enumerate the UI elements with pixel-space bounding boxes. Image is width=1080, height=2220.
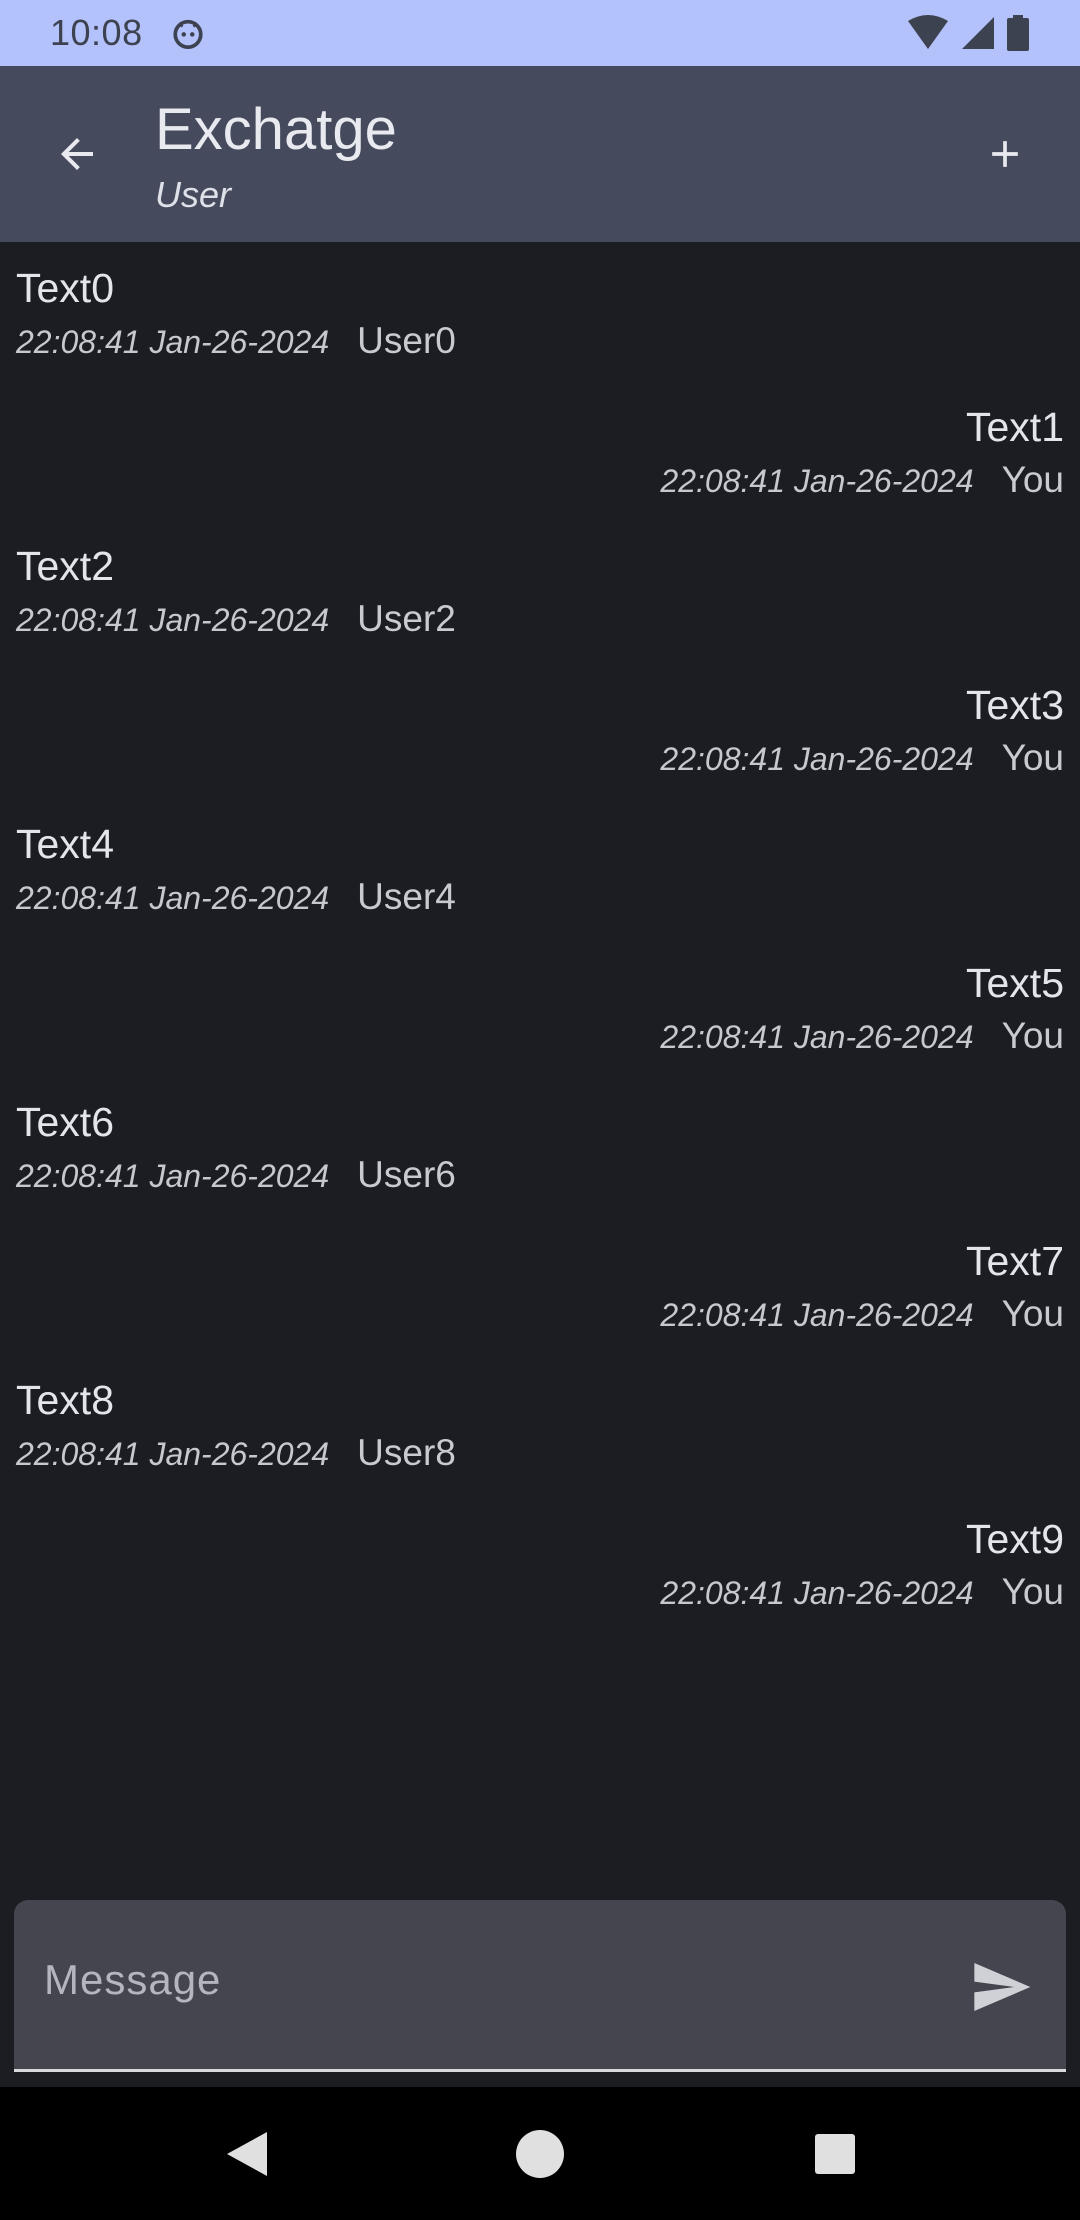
message-text: Text6	[16, 1099, 114, 1145]
cell-signal-icon	[962, 17, 994, 49]
page-subtitle: User	[155, 174, 232, 215]
message-time: 22:08:41 Jan-26-2024	[660, 1575, 974, 1611]
message-time: 22:08:41 Jan-26-2024	[16, 880, 330, 916]
message-author: User0	[357, 320, 456, 361]
nav-home-button[interactable]	[480, 2087, 600, 2220]
message-text: Text3	[966, 682, 1064, 728]
message-time: 22:08:41 Jan-26-2024	[16, 602, 330, 638]
message-time: 22:08:41 Jan-26-2024	[16, 324, 330, 360]
message-item: Text8 22:08:41 Jan-26-2024 User8	[0, 1354, 1080, 1493]
wifi-icon	[908, 15, 948, 49]
message-item: Text2 22:08:41 Jan-26-2024 User2	[0, 520, 1080, 659]
message-composer	[14, 1900, 1066, 2072]
battery-icon	[1007, 15, 1029, 51]
message-text: Text4	[16, 821, 114, 867]
message-time: 22:08:41 Jan-26-2024	[660, 1019, 974, 1055]
message-author: User4	[357, 876, 456, 917]
nav-recents-button[interactable]	[775, 2087, 895, 2220]
message-author: You	[1001, 737, 1064, 778]
send-button[interactable]	[966, 1952, 1036, 2022]
nav-back-icon	[227, 2131, 267, 2176]
system-nav-bar	[0, 2087, 1080, 2220]
message-item-mine: Text9 22:08:41 Jan-26-2024 You	[0, 1493, 1080, 1632]
message-time: 22:08:41 Jan-26-2024	[660, 463, 974, 499]
message-text: Text2	[16, 543, 114, 589]
message-text: Text0	[16, 265, 114, 311]
plus-icon	[992, 141, 1018, 167]
message-text: Text5	[966, 960, 1064, 1006]
arrow-back-icon	[61, 138, 93, 170]
nav-recents-icon	[815, 2133, 855, 2174]
message-author: You	[1001, 1293, 1064, 1334]
message-time: 22:08:41 Jan-26-2024	[16, 1158, 330, 1194]
app-bar: Exchatge User	[0, 66, 1080, 242]
message-author: You	[1001, 459, 1064, 500]
nav-home-icon	[516, 2129, 564, 2178]
message-text: Text1	[966, 404, 1064, 450]
nav-back-button[interactable]	[187, 2087, 307, 2220]
message-author: User2	[357, 598, 456, 639]
chat-screen: 10:08 Exchatge User Text0 22:08:41 Jan-2…	[0, 0, 1080, 2220]
status-bar: 10:08	[0, 0, 1080, 66]
send-icon	[974, 1963, 1031, 2011]
message-text: Text9	[966, 1516, 1064, 1562]
message-author: User6	[357, 1154, 456, 1195]
message-item-mine: Text7 22:08:41 Jan-26-2024 You	[0, 1215, 1080, 1354]
status-time: 10:08	[50, 12, 143, 53]
message-time: 22:08:41 Jan-26-2024	[660, 1297, 974, 1333]
message-item-mine: Text5 22:08:41 Jan-26-2024 You	[0, 937, 1080, 1076]
message-text: Text7	[966, 1238, 1064, 1284]
back-button[interactable]	[44, 121, 110, 187]
add-button[interactable]	[972, 121, 1038, 187]
message-item: Text6 22:08:41 Jan-26-2024 User6	[0, 1076, 1080, 1215]
message-item: Text4 22:08:41 Jan-26-2024 User4	[0, 798, 1080, 937]
message-author: User8	[357, 1432, 456, 1473]
status-icons	[906, 15, 1030, 51]
message-time: 22:08:41 Jan-26-2024	[16, 1436, 330, 1472]
android-face-icon	[173, 19, 203, 50]
message-item: Text0 22:08:41 Jan-26-2024 User0	[0, 242, 1080, 381]
message-input[interactable]	[44, 1940, 904, 2020]
message-list[interactable]: Text0 22:08:41 Jan-26-2024 User0 Text1 22…	[0, 242, 1080, 1632]
message-time: 22:08:41 Jan-26-2024	[660, 741, 974, 777]
message-item-mine: Text1 22:08:41 Jan-26-2024 You	[0, 381, 1080, 520]
message-author: You	[1001, 1015, 1064, 1056]
message-author: You	[1001, 1571, 1064, 1612]
page-title: Exchatge	[155, 97, 397, 162]
message-item-mine: Text3 22:08:41 Jan-26-2024 You	[0, 659, 1080, 798]
message-text: Text8	[16, 1377, 114, 1423]
